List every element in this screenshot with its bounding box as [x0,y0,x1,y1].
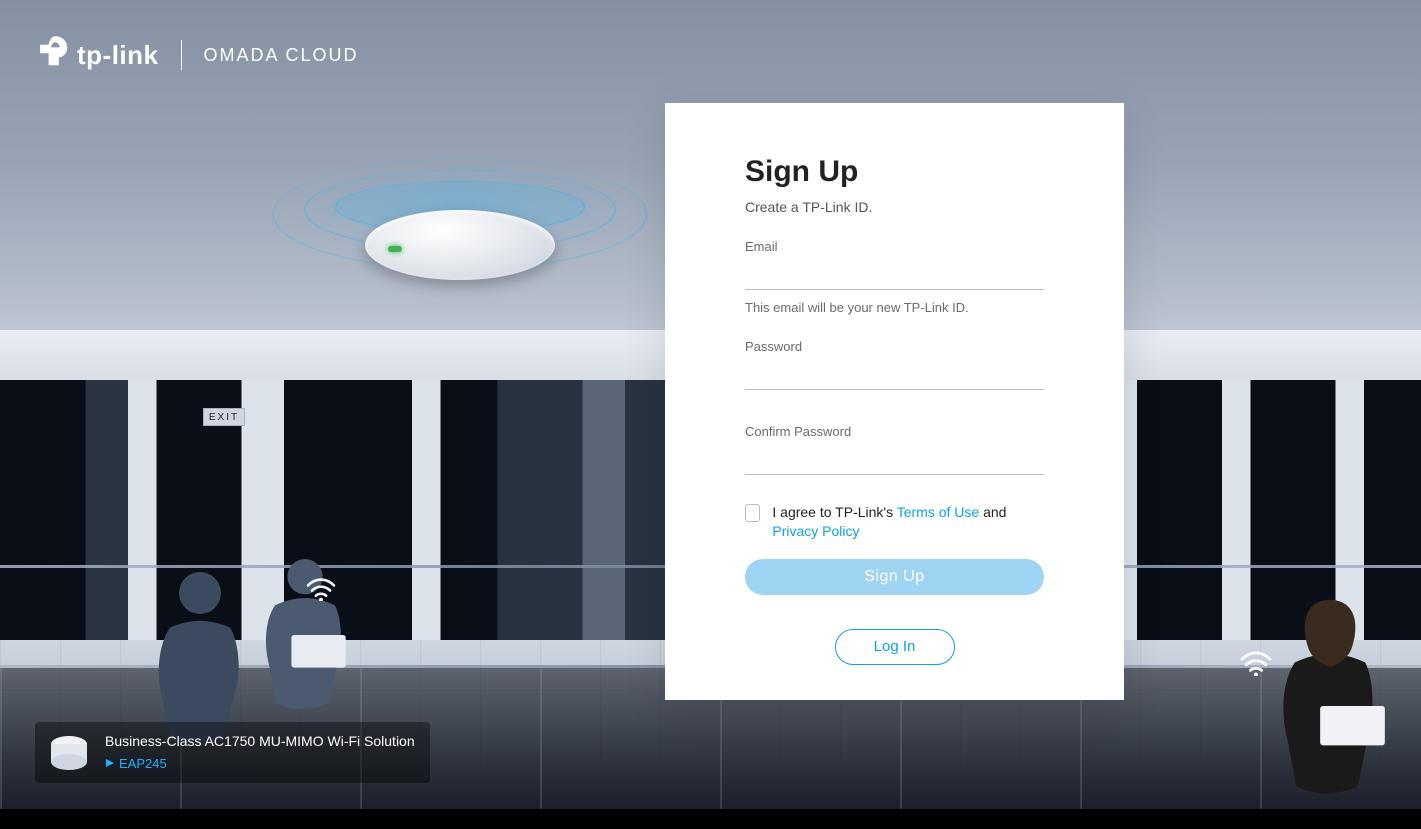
agree-mid: and [979,504,1006,520]
agree-text: I agree to TP-Link's Terms of Use and Pr… [772,503,1044,541]
play-icon [105,758,115,768]
brand-header: tp-link OMADA CLOUD [35,34,359,76]
wifi-icon [1238,648,1274,676]
email-help: This email will be your new TP-Link ID. [745,300,1044,315]
password-input[interactable] [745,362,1044,390]
exit-sign: EXIT [203,408,245,426]
bottom-bar [0,809,1421,829]
product-model-label: EAP245 [119,756,167,771]
email-label: Email [745,239,1044,254]
tplink-logo: tp-link [35,34,159,76]
agree-prefix: I agree to TP-Link's [772,504,896,520]
signup-card: Sign Up Create a TP-Link ID. Email This … [665,103,1124,700]
product-thumb-icon [45,730,93,774]
password-field-group: Password [745,339,1044,390]
email-field-group: Email This email will be your new TP-Lin… [745,239,1044,315]
confirm-label: Confirm Password [745,424,1044,439]
login-button[interactable]: Log In [835,629,955,665]
product-model-link[interactable]: EAP245 [105,756,167,771]
email-input[interactable] [745,262,1044,290]
terms-link[interactable]: Terms of Use [897,504,979,520]
tplink-logo-icon [35,34,69,76]
signup-subtitle: Create a TP-Link ID. [745,199,1044,215]
agree-row: I agree to TP-Link's Terms of Use and Pr… [745,503,1044,541]
brand-separator [181,40,182,70]
agree-checkbox[interactable] [745,504,760,522]
brand-name: tp-link [77,40,159,71]
access-point-device-icon [365,210,555,280]
access-point-led-icon [388,246,402,252]
confirm-field-group: Confirm Password [745,424,1044,475]
password-label: Password [745,339,1044,354]
confirm-password-input[interactable] [745,447,1044,475]
product-callout: Business-Class AC1750 MU-MIMO Wi-Fi Solu… [35,722,430,783]
signup-title: Sign Up [745,155,1044,189]
person-seated-center [235,540,375,730]
product-callout-title: Business-Class AC1750 MU-MIMO Wi-Fi Solu… [105,732,416,752]
signup-button[interactable]: Sign Up [745,559,1044,595]
brand-product: OMADA CLOUD [204,45,359,66]
privacy-link[interactable]: Privacy Policy [772,523,859,539]
wifi-icon [305,575,337,601]
person-seated-right [1250,585,1410,809]
